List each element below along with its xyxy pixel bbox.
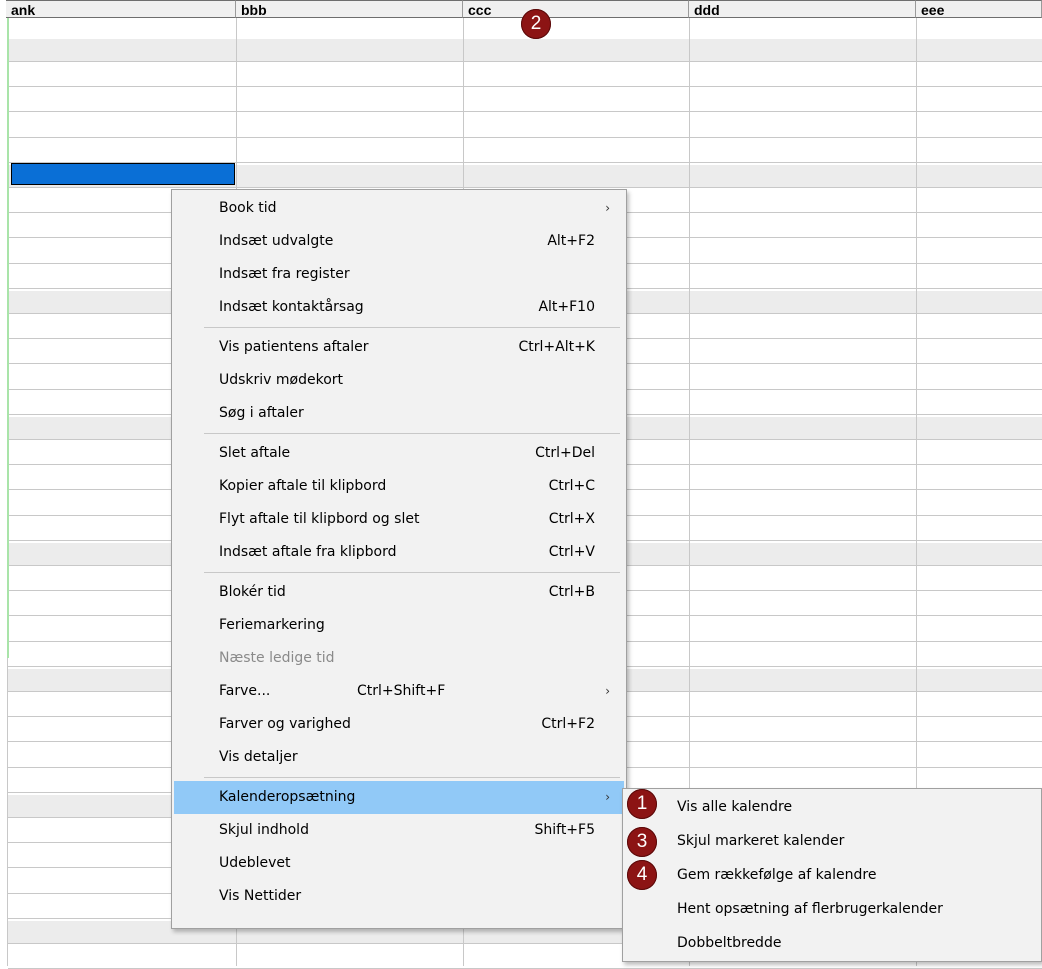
menu-item-shortcut: Ctrl+B <box>548 584 595 600</box>
column-header-ank[interactable]: ank <box>6 0 236 18</box>
menu-item-feriemarkering[interactable]: Feriemarkering <box>174 609 624 642</box>
menu-item-vis-patientens-aftaler[interactable]: Vis patientens aftaler Ctrl+Alt+K <box>174 331 624 364</box>
menu-item-label: Udskriv mødekort <box>219 372 344 388</box>
menu-item-label: Udeblevet <box>219 855 291 871</box>
submenu-item-label: Vis alle kalendre <box>677 799 793 815</box>
menu-item-søg-i-aftaler[interactable]: Søg i aftaler <box>174 397 624 430</box>
column-header-ddd[interactable]: ddd <box>689 0 916 18</box>
menu-item-shortcut: Alt+F10 <box>538 299 595 315</box>
menu-item-shortcut: Ctrl+F2 <box>541 716 595 732</box>
badge-1: 1 <box>627 789 657 819</box>
submenu-item-dobbeltbredde[interactable]: Dobbeltbredde <box>625 927 1039 960</box>
menu-item-label: Vis patientens aftaler <box>219 339 369 355</box>
menu-separator <box>204 572 620 573</box>
menu-item-label: Søg i aftaler <box>219 405 304 421</box>
calendar-row[interactable] <box>8 64 1042 88</box>
menu-item-indsæt-aftale-fra-klipbord[interactable]: Indsæt aftale fra klipbord Ctrl+V <box>174 536 624 569</box>
badge-4: 4 <box>627 860 657 890</box>
menu-item-skjul-indhold[interactable]: Skjul indhold Shift+F5 <box>174 814 624 847</box>
menu-item-kalenderopsætning[interactable]: Kalenderopsætning › <box>174 781 624 814</box>
menu-item-shortcut: Alt+F2 <box>547 233 595 249</box>
menu-item-label: Indsæt fra register <box>219 266 350 282</box>
menu-item-vis-nettider[interactable]: Vis Nettider <box>174 880 624 913</box>
menu-item-blok-r-tid[interactable]: Blokér tid Ctrl+B <box>174 576 624 609</box>
menu-item-shortcut: Ctrl+Alt+K <box>518 339 595 355</box>
menu-separator <box>204 777 620 778</box>
menu-separator <box>204 327 620 328</box>
menu-item-indsæt-kontaktårsag[interactable]: Indsæt kontaktårsag Alt+F10 <box>174 291 624 324</box>
chevron-right-icon: › <box>605 201 610 215</box>
menu-item-shortcut: Ctrl+Del <box>535 445 595 461</box>
menu-item-udskriv-mødekort[interactable]: Udskriv mødekort <box>174 364 624 397</box>
column-header-eee[interactable]: eee <box>916 0 1042 18</box>
badge-3: 3 <box>627 827 657 857</box>
menu-item-kopier-aftale-til-klipbord[interactable]: Kopier aftale til klipbord Ctrl+C <box>174 470 624 503</box>
menu-item-shortcut: Ctrl+V <box>548 544 595 560</box>
menu-item-label: Kalenderopsætning <box>219 789 356 805</box>
menu-item-farver-og-varighed[interactable]: Farver og varighed Ctrl+F2 <box>174 708 624 741</box>
menu-item-label: Indsæt aftale fra klipbord <box>219 544 397 560</box>
menu-item-shortcut: Shift+F5 <box>534 822 595 838</box>
submenu-item-label: Gem rækkefølge af kalendre <box>677 867 877 883</box>
calendar-row[interactable] <box>8 89 1042 113</box>
menu-item-vis-detaljer[interactable]: Vis detaljer <box>174 741 624 774</box>
menu-item-farve[interactable]: Farve... Ctrl+Shift+F › <box>174 675 624 708</box>
menu-item-label: Indsæt udvalgte <box>219 233 334 249</box>
submenu-item-label: Skjul markeret kalender <box>677 833 845 849</box>
chevron-right-icon: › <box>605 790 610 804</box>
submenu-item-hent-opsætning-af-flerbrugerkalender[interactable]: Hent opsætning af flerbrugerkalender <box>625 893 1039 926</box>
column-header-ccc[interactable]: ccc <box>463 0 689 18</box>
menu-item-shortcut: Ctrl+C <box>548 478 595 494</box>
context-menu: Book tid › Indsæt udvalgte Alt+F2 Indsæt fra… <box>171 189 627 929</box>
menu-item-label: Blokér tid <box>219 584 286 600</box>
submenu-item-label: Hent opsætning af flerbrugerkalender <box>677 901 943 917</box>
menu-item-label: Næste ledige tid <box>219 650 335 666</box>
menu-item-shortcut: Ctrl+X <box>548 511 595 527</box>
menu-item-label: Book tid <box>219 200 277 216</box>
time-indicator-bar <box>7 18 9 658</box>
menu-item-label: Vis Nettider <box>219 888 302 904</box>
menu-item-næste-ledige-tid: Næste ledige tid <box>174 642 624 675</box>
badge-2: 2 <box>521 9 551 39</box>
chevron-right-icon: › <box>605 684 610 698</box>
menu-item-indsæt-fra-register[interactable]: Indsæt fra register <box>174 258 624 291</box>
selected-cell[interactable] <box>11 163 235 185</box>
calendar-row[interactable] <box>8 140 1042 163</box>
menu-item-label: Skjul indhold <box>219 822 309 838</box>
grid-left-edge <box>7 658 8 966</box>
menu-item-label: Farver og varighed <box>219 716 351 732</box>
menu-separator <box>204 433 620 434</box>
menu-item-indsæt-udvalgte[interactable]: Indsæt udvalgte Alt+F2 <box>174 225 624 258</box>
menu-item-udeblevet[interactable]: Udeblevet <box>174 847 624 880</box>
submenu-item-gem-rækkefølge-af-kalendre[interactable]: Gem rækkefølge af kalendre <box>625 859 1039 892</box>
submenu-item-vis-alle-kalendre[interactable]: Vis alle kalendre <box>625 791 1039 824</box>
menu-item-shortcut: Ctrl+Shift+F <box>357 683 446 699</box>
menu-item-label: Slet aftale <box>219 445 291 461</box>
menu-item-label: Farve... <box>219 683 271 699</box>
calendar-row[interactable] <box>8 115 1042 138</box>
menu-item-label: Flyt aftale til klipbord og slet <box>219 511 420 527</box>
calendar-row[interactable] <box>8 39 1042 62</box>
menu-item-label: Indsæt kontaktårsag <box>219 299 364 315</box>
menu-item-flyt-aftale-til-klipbord-og-slet[interactable]: Flyt aftale til klipbord og slet Ctrl+X <box>174 503 624 536</box>
menu-item-book-tid[interactable]: Book tid › <box>174 192 624 225</box>
submenu-item-label: Dobbeltbredde <box>677 935 782 951</box>
menu-item-label: Feriemarkering <box>219 617 325 633</box>
calendar-setup-submenu: Vis alle kalendre Skjul markeret kalender… <box>622 788 1042 962</box>
column-header-bbb[interactable]: bbb <box>236 0 463 18</box>
menu-item-label: Kopier aftale til klipbord <box>219 478 387 494</box>
submenu-item-skjul-markeret-kalender[interactable]: Skjul markeret kalender <box>625 825 1039 858</box>
menu-item-label: Vis detaljer <box>219 749 298 765</box>
menu-item-slet-aftale[interactable]: Slet aftale Ctrl+Del <box>174 437 624 470</box>
